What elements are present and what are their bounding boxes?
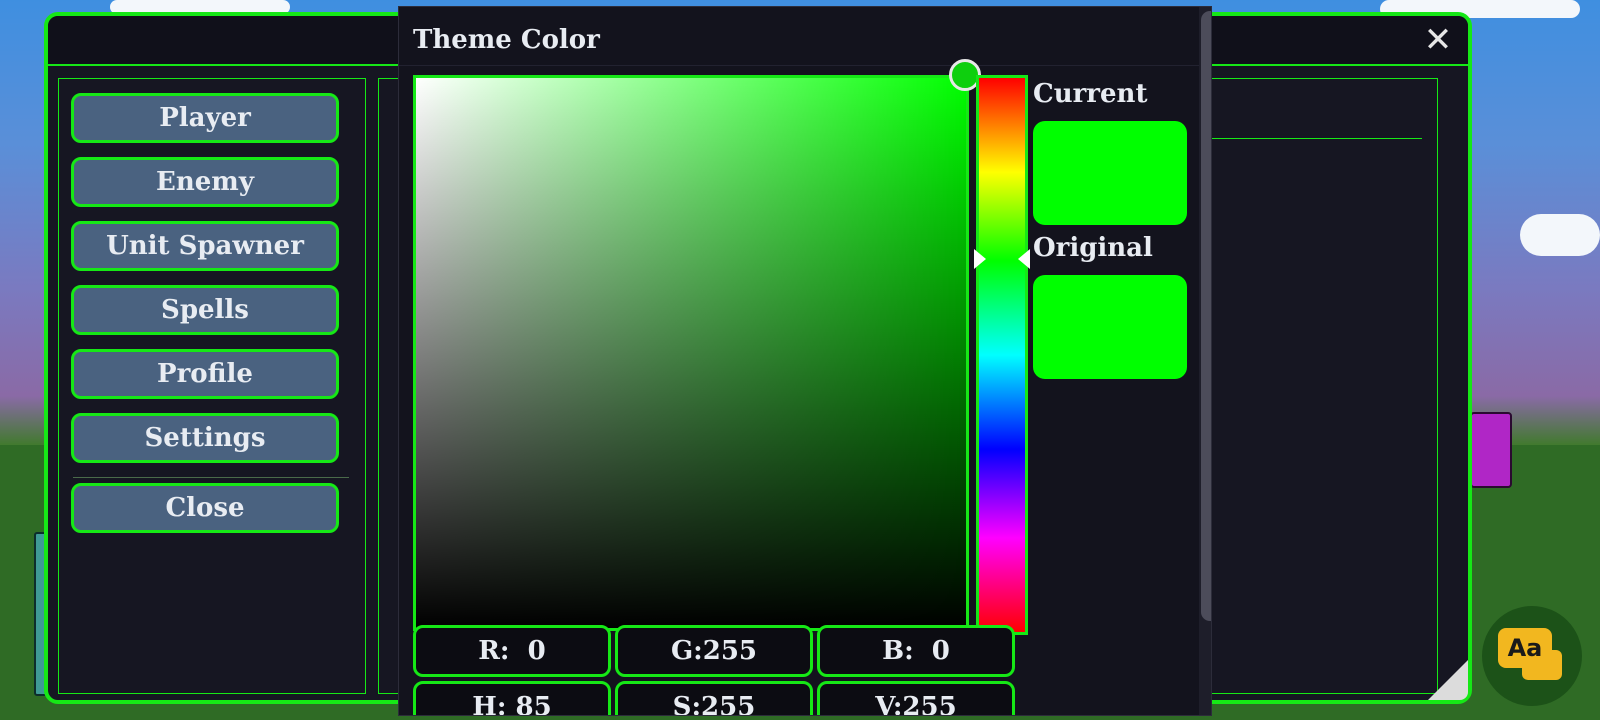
hue-slider[interactable] bbox=[976, 75, 1028, 635]
chat-button[interactable]: Aa bbox=[1482, 606, 1582, 706]
chat-text-icon: Aa bbox=[1498, 628, 1552, 668]
current-color-label: Current bbox=[1033, 79, 1148, 109]
sidebar-item-player[interactable]: Player bbox=[71, 93, 339, 143]
close-icon[interactable]: ✕ bbox=[1422, 23, 1454, 57]
picker-title: Theme Color bbox=[413, 25, 600, 55]
sidebar-item-profile[interactable]: Profile bbox=[71, 349, 339, 399]
sidebar: Player Enemy Unit Spawner Spells Profile… bbox=[58, 78, 366, 694]
content-divider bbox=[1196, 138, 1422, 139]
sidebar-item-spells[interactable]: Spells bbox=[71, 285, 339, 335]
current-color-swatch bbox=[1033, 121, 1187, 225]
sidebar-item-enemy[interactable]: Enemy bbox=[71, 157, 339, 207]
picker-scrollbar-thumb[interactable] bbox=[1201, 11, 1211, 621]
red-value-field[interactable]: R: 0 bbox=[413, 625, 611, 677]
game-chest bbox=[1470, 412, 1512, 488]
saturation-value-area[interactable] bbox=[413, 75, 969, 631]
close-button[interactable]: Close bbox=[71, 483, 339, 533]
original-color-label: Original bbox=[1033, 233, 1153, 263]
sidebar-item-unit-spawner[interactable]: Unit Spawner bbox=[71, 221, 339, 271]
hue-value-field[interactable]: H: 85 bbox=[413, 681, 611, 715]
sidebar-divider bbox=[73, 477, 349, 478]
hue-marker-right-icon[interactable] bbox=[1018, 249, 1030, 269]
picker-title-divider bbox=[399, 65, 1211, 66]
resize-handle[interactable] bbox=[1428, 660, 1468, 700]
hue-marker-left-icon[interactable] bbox=[974, 249, 986, 269]
background-cloud bbox=[1520, 214, 1600, 256]
blue-value-field[interactable]: B: 0 bbox=[817, 625, 1015, 677]
saturation-value-field[interactable]: S:255 bbox=[615, 681, 813, 715]
green-value-field[interactable]: G:255 bbox=[615, 625, 813, 677]
value-value-field[interactable]: V:255 bbox=[817, 681, 1015, 715]
sidebar-item-settings[interactable]: Settings bbox=[71, 413, 339, 463]
original-color-swatch[interactable] bbox=[1033, 275, 1187, 379]
color-picker-dialog: Theme Color Current Original R: 0 G:255 … bbox=[398, 6, 1212, 716]
